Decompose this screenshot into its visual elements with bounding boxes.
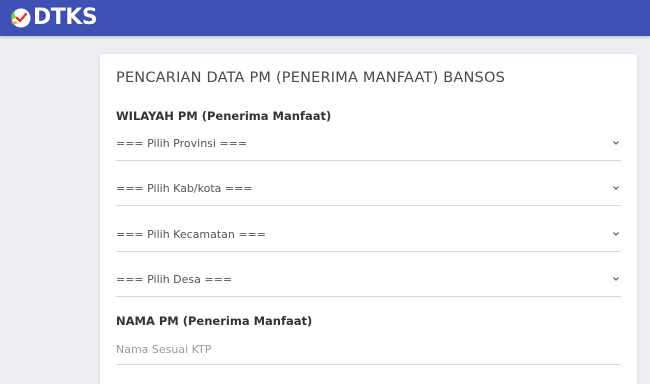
- search-form-card: PENCARIAN DATA PM (PENERIMA MANFAAT) BAN…: [100, 54, 637, 384]
- nama-section-label: NAMA PM (Penerima Manfaat): [116, 314, 313, 328]
- kecamatan-select[interactable]: === Pilih Kecamatan ===: [116, 221, 621, 252]
- chevron-down-icon: [613, 277, 619, 281]
- page-title: PENCARIAN DATA PM (PENERIMA MANFAAT) BAN…: [116, 70, 505, 86]
- wilayah-section-label: WILAYAH PM (Penerima Manfaat): [116, 109, 332, 123]
- provinsi-select-value: === Pilih Provinsi ===: [116, 137, 248, 150]
- dtks-logo[interactable]: DTKS: [8, 5, 98, 31]
- desa-select[interactable]: === Pilih Desa ===: [116, 266, 621, 297]
- kabkota-select[interactable]: === Pilih Kab/kota ===: [116, 175, 621, 206]
- chevron-down-icon: [613, 141, 619, 145]
- logo-emblem-icon: [11, 8, 31, 28]
- top-app-bar: DTKS: [0, 0, 650, 36]
- kabkota-select-value: === Pilih Kab/kota ===: [116, 182, 253, 195]
- kecamatan-select-value: === Pilih Kecamatan ===: [116, 228, 267, 241]
- chevron-down-icon: [613, 186, 619, 190]
- chevron-down-icon: [613, 232, 619, 236]
- desa-select-value: === Pilih Desa ===: [116, 273, 233, 286]
- nama-ktp-input[interactable]: [116, 334, 621, 365]
- provinsi-select[interactable]: === Pilih Provinsi ===: [116, 130, 621, 161]
- logo-text: DTKS: [33, 5, 98, 30]
